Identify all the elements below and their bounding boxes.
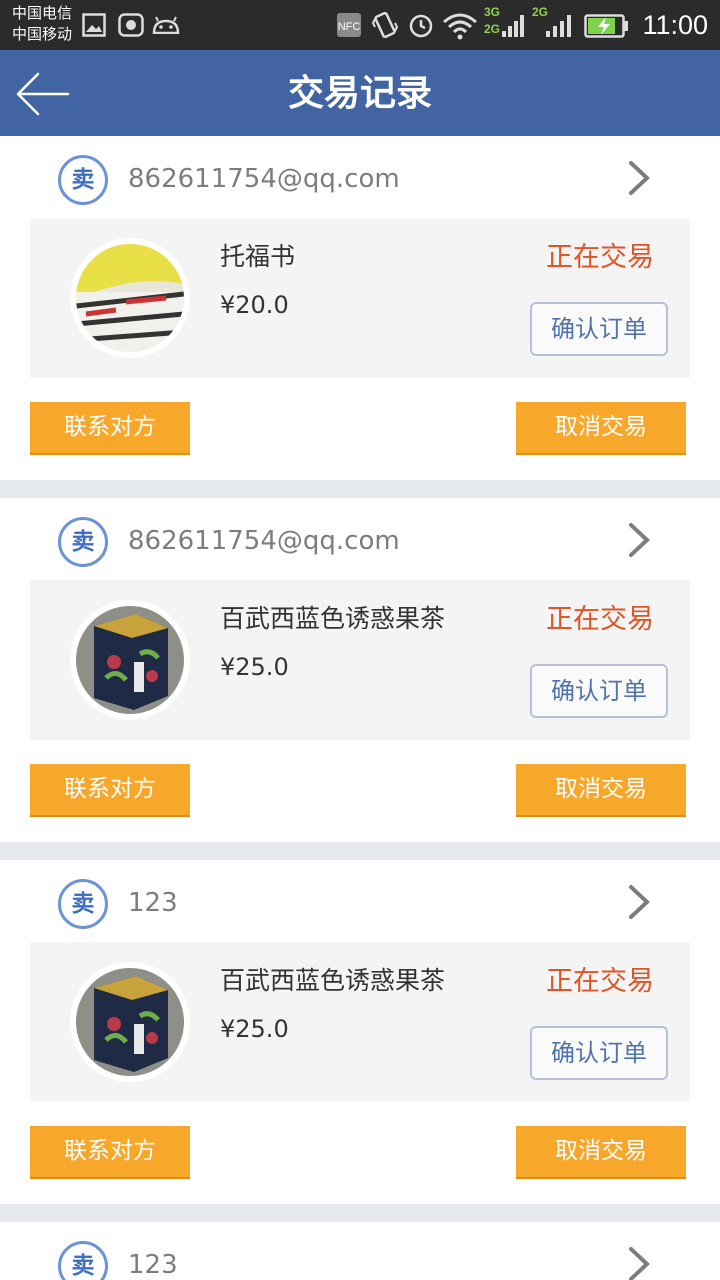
cancel-trade-button[interactable]: 取消交易	[516, 402, 686, 453]
book-thumbnail	[75, 244, 185, 352]
title-bar: 交易记录	[0, 50, 720, 136]
seller-row[interactable]: 卖 862611754@qq.com	[0, 498, 720, 580]
cancel-trade-button[interactable]: 取消交易	[516, 1126, 686, 1177]
android-icon	[152, 16, 180, 34]
order-card: 卖 862611754@qq.com 托福书 ¥20.0 正在交易 确认订单 联…	[0, 136, 720, 480]
chevron-right-icon[interactable]	[628, 522, 650, 558]
item-price: ¥25.0	[220, 653, 289, 681]
item-thumbnail	[70, 600, 190, 720]
contact-button[interactable]: 联系对方	[30, 1126, 190, 1177]
status-label: 正在交易	[546, 242, 654, 273]
clock: 11:00	[642, 10, 708, 40]
seller-row[interactable]: 卖 862611754@qq.com	[0, 136, 720, 218]
carrier-labels: 中国电信 中国移动	[12, 3, 72, 45]
alarm-icon	[409, 14, 433, 38]
item-name: 百武西蓝色诱惑果茶	[220, 966, 446, 995]
tea-tin-thumbnail	[76, 968, 184, 1076]
status-bar: 中国电信 中国移动 NFC 3G 2G 2G 11:00	[0, 0, 720, 50]
seller-row[interactable]: 卖 123	[0, 860, 720, 942]
wifi-icon	[443, 13, 477, 40]
order-card: 卖 123	[0, 1222, 720, 1280]
signal-icon	[502, 15, 524, 37]
nfc-icon: NFC	[337, 13, 361, 37]
order-card: 卖 123 百武西蓝色诱惑果茶 ¥25.0 正在交易 确认订单 联系对方 取消交…	[0, 860, 720, 1204]
chevron-right-icon[interactable]	[628, 1246, 650, 1280]
contact-button[interactable]: 联系对方	[30, 402, 190, 453]
confirm-order-button[interactable]: 确认订单	[530, 302, 668, 356]
battery-charging-icon	[584, 14, 628, 38]
network-2g-label: 2G	[484, 22, 501, 36]
contact-button[interactable]: 联系对方	[30, 764, 190, 815]
item-thumbnail	[70, 962, 190, 1082]
chevron-right-icon[interactable]	[628, 160, 650, 196]
item-box[interactable]: 百武西蓝色诱惑果茶 ¥25.0 正在交易 确认订单	[30, 942, 690, 1102]
network-3g-label: 3G	[484, 5, 501, 19]
divider	[0, 480, 720, 498]
confirm-order-button[interactable]: 确认订单	[530, 1026, 668, 1080]
vibrate-icon	[372, 11, 398, 39]
seller-account: 123	[128, 1250, 178, 1280]
item-box[interactable]: 百武西蓝色诱惑果茶 ¥25.0 正在交易 确认订单	[30, 580, 690, 740]
page-title: 交易记录	[287, 73, 432, 114]
signal-icon-2	[546, 15, 571, 37]
item-name: 托福书	[220, 242, 296, 271]
confirm-order-button[interactable]: 确认订单	[530, 664, 668, 718]
divider	[0, 1204, 720, 1222]
seller-row[interactable]: 卖 123	[0, 1222, 720, 1280]
carrier-2: 中国移动	[12, 25, 73, 43]
seller-account: 123	[128, 888, 178, 918]
divider	[0, 842, 720, 860]
cancel-trade-button[interactable]: 取消交易	[516, 764, 686, 815]
tea-tin-thumbnail	[76, 606, 184, 714]
chevron-right-icon[interactable]	[628, 884, 650, 920]
status-label: 正在交易	[546, 604, 654, 635]
carrier-1: 中国电信	[12, 4, 73, 22]
order-list: 卖 862611754@qq.com 托福书 ¥20.0 正在交易 确认订单 联…	[0, 136, 720, 1280]
huawei-icon	[118, 13, 144, 37]
seller-account: 862611754@qq.com	[128, 526, 400, 556]
seller-badge-icon: 卖	[58, 879, 108, 929]
item-box[interactable]: 托福书 ¥20.0 正在交易 确认订单	[30, 218, 690, 378]
item-price: ¥20.0	[220, 291, 289, 319]
item-thumbnail	[70, 238, 190, 358]
svg-text:NFC: NFC	[338, 21, 361, 33]
order-card: 卖 862611754@qq.com 百武西蓝色诱惑果茶 ¥25.0 正在交易 …	[0, 498, 720, 842]
status-label: 正在交易	[546, 966, 654, 997]
seller-badge-icon: 卖	[58, 517, 108, 567]
item-price: ¥25.0	[220, 1015, 289, 1043]
seller-badge-icon: 卖	[58, 155, 108, 205]
gallery-icon	[82, 13, 106, 37]
seller-account: 862611754@qq.com	[128, 164, 400, 194]
item-name: 百武西蓝色诱惑果茶	[220, 604, 446, 633]
seller-badge-icon: 卖	[58, 1241, 108, 1280]
